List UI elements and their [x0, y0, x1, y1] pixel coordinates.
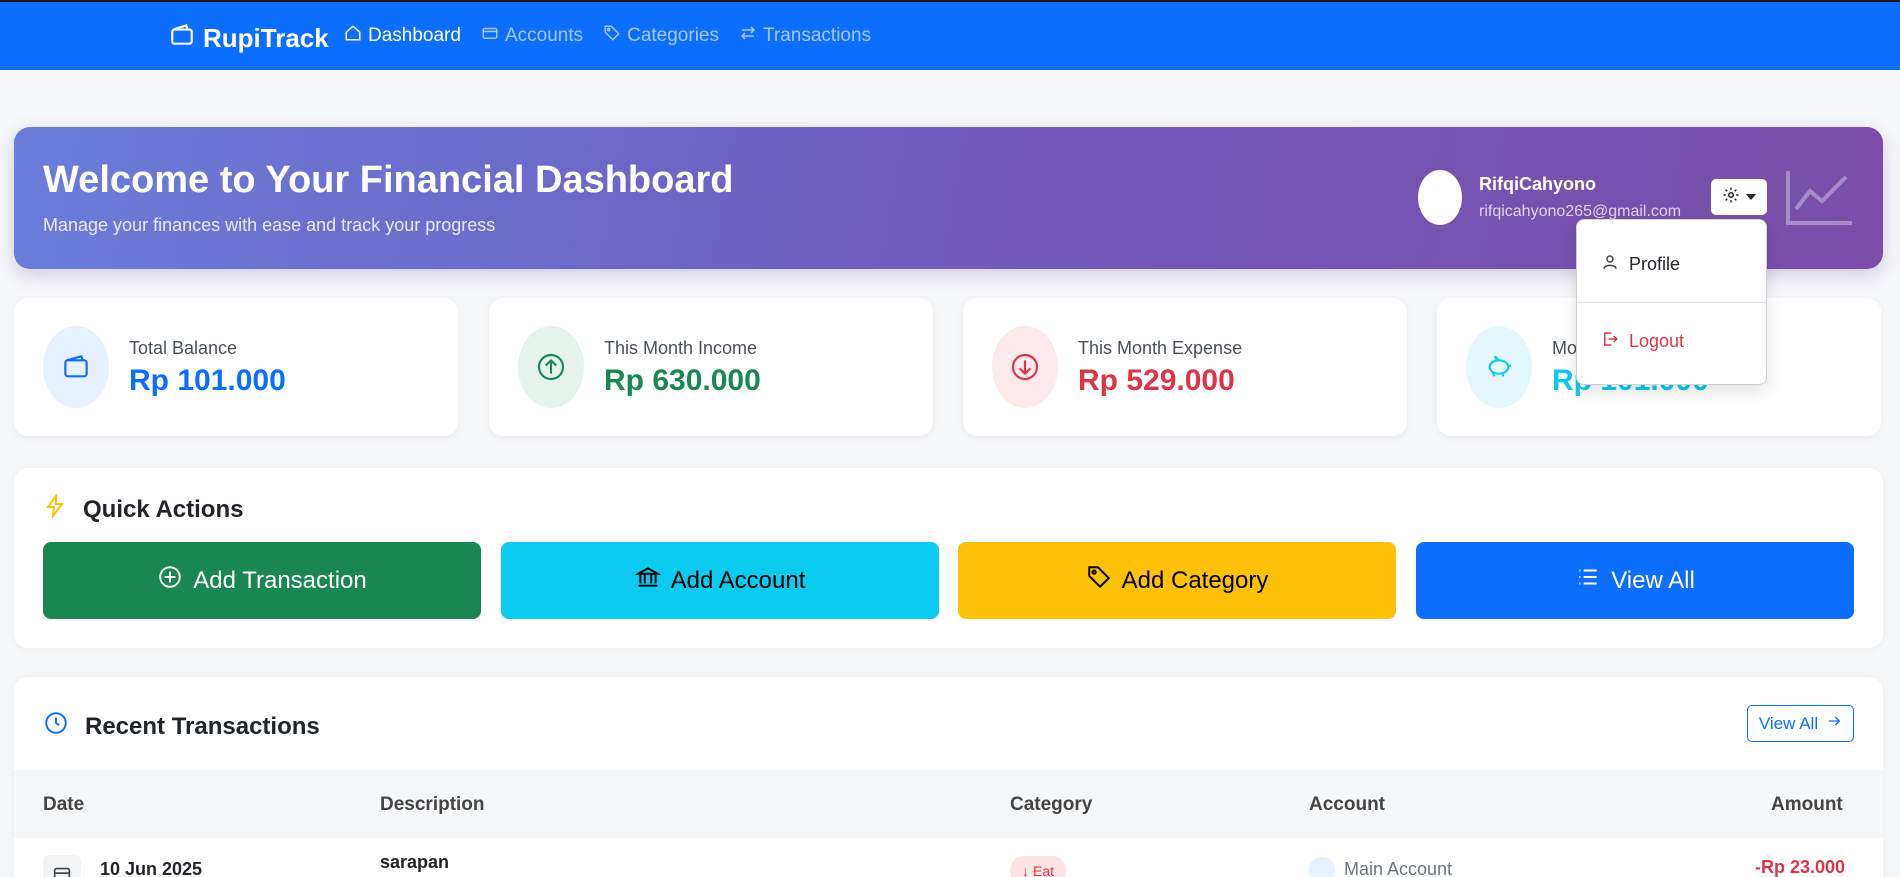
add-category-button[interactable]: Add Category — [958, 542, 1396, 619]
wallet-icon — [169, 22, 195, 55]
column-header-amount: Amount — [1771, 794, 1843, 815]
bank-icon — [634, 564, 662, 597]
nav-link-label: Categories — [627, 25, 719, 46]
arrow-down-circle-icon — [992, 326, 1058, 408]
nav-link-accounts[interactable]: Accounts — [481, 24, 583, 48]
logout-icon — [1601, 330, 1619, 353]
cell-amount: -Rp 23.000 — [1755, 857, 1846, 877]
column-header-description: Description — [380, 794, 485, 815]
nav-link-dashboard[interactable]: Dashboard — [344, 24, 461, 48]
stat-card-month-expense: This Month Expense Rp 529.000 — [963, 298, 1407, 436]
caret-down-icon — [1746, 194, 1756, 200]
section-title: Quick Actions — [83, 495, 244, 523]
page-subtitle: Manage your finances with ease and track… — [43, 215, 496, 235]
nav-links: Dashboard Accounts Categories Transactio… — [344, 24, 871, 48]
gear-icon — [1722, 186, 1740, 209]
nav-link-categories[interactable]: Categories — [603, 24, 719, 48]
table-header — [14, 770, 1883, 838]
nav-link-label: Transactions — [763, 25, 872, 46]
person-icon — [1601, 253, 1619, 276]
recent-transactions-card: Recent Transactions View All Date Descri… — [14, 677, 1883, 877]
button-label: Add Category — [1121, 566, 1269, 594]
stat-label: Total Balance — [129, 338, 238, 358]
plus-circle-icon — [157, 564, 183, 597]
user-dropdown-menu: Profile Logout — [1576, 219, 1767, 385]
quick-actions-card: Quick Actions Add Transaction Add Accoun… — [14, 468, 1883, 648]
brand[interactable]: RupiTrack — [169, 22, 329, 55]
avatar — [1418, 170, 1462, 225]
calendar-icon — [43, 855, 81, 877]
stat-card-month-income: This Month Income Rp 630.000 — [489, 298, 933, 436]
cell-date: 10 Jun 2025 — [100, 859, 203, 877]
quick-actions-title: Quick Actions — [43, 492, 244, 525]
arrow-down-icon: ↓ — [1022, 863, 1029, 877]
dropdown-item-profile[interactable]: Profile — [1601, 253, 1680, 276]
navbar: RupiTrack Dashboard Accounts Categories … — [0, 2, 1900, 70]
brand-name: RupiTrack — [203, 23, 329, 53]
button-label: Add Transaction — [193, 566, 367, 594]
column-header-date: Date — [43, 794, 85, 815]
stat-value: Rp 101.000 — [129, 364, 286, 397]
nav-link-label: Accounts — [504, 25, 584, 46]
lightning-icon — [43, 492, 67, 525]
cell-account: Main Account — [1344, 859, 1453, 877]
settings-dropdown-button[interactable] — [1711, 179, 1767, 215]
recent-view-all-button[interactable]: View All — [1747, 705, 1854, 742]
home-icon — [344, 24, 362, 48]
bank-icon — [1309, 857, 1335, 877]
list-icon — [1575, 564, 1601, 597]
add-transaction-button[interactable]: Add Transaction — [43, 542, 481, 619]
stat-label: This Month Expense — [1078, 338, 1243, 358]
chart-line-icon — [1786, 171, 1852, 225]
column-header-category: Category — [1010, 794, 1093, 815]
add-account-button[interactable]: Add Account — [501, 542, 939, 619]
cell-description: sarapan — [380, 852, 450, 872]
stat-value: Rp 529.000 — [1078, 364, 1235, 397]
stat-card-total-balance: Total Balance Rp 101.000 — [14, 298, 458, 436]
button-label: Add Account — [670, 566, 806, 594]
dropdown-item-logout[interactable]: Logout — [1601, 330, 1684, 353]
category-badge: ↓ Eat — [1010, 856, 1067, 877]
button-label: View All — [1611, 566, 1695, 594]
wallet-icon — [43, 326, 109, 408]
wallet-icon — [481, 24, 499, 48]
user-name: RifqiCahyono — [1479, 174, 1596, 194]
stat-label: This Month Income — [604, 338, 758, 358]
recent-transactions-title: Recent Transactions — [43, 710, 320, 743]
dropdown-item-label: Profile — [1629, 254, 1681, 274]
section-title: Recent Transactions — [85, 712, 320, 740]
tags-icon — [603, 24, 621, 48]
nav-link-label: Dashboard — [368, 25, 461, 46]
clock-icon — [43, 710, 69, 743]
button-label: View All — [1758, 713, 1819, 733]
stat-value: Rp 630.000 — [604, 364, 761, 397]
piggy-bank-icon — [1466, 326, 1532, 408]
stat-label: Mo — [1552, 338, 1578, 358]
arrow-right-icon — [1826, 713, 1842, 734]
badge-label: Eat — [1033, 863, 1055, 877]
page-title: Welcome to Your Financial Dashboard — [43, 159, 734, 201]
dropdown-divider — [1577, 302, 1766, 303]
column-header-account: Account — [1309, 794, 1385, 815]
nav-link-transactions[interactable]: Transactions — [739, 24, 871, 48]
arrow-up-circle-icon — [518, 326, 584, 408]
tags-icon — [1086, 564, 1112, 597]
view-all-button[interactable]: View All — [1416, 542, 1854, 619]
arrows-icon — [739, 24, 757, 48]
dropdown-item-label: Logout — [1629, 331, 1685, 351]
